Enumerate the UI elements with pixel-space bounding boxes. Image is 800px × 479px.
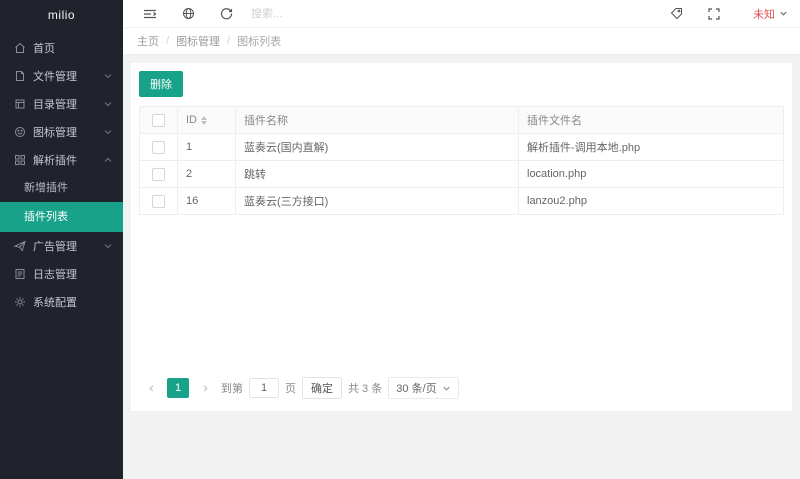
smiley-icon — [13, 126, 26, 139]
sidebar-item-label: 目录管理 — [33, 96, 103, 112]
ad-plane-icon — [13, 240, 26, 253]
plugin-list-card: 删除 ID 插件名称 插件文件名 — [131, 63, 792, 411]
sidebar: milio 首页 文件管理 目录管 — [0, 0, 123, 479]
sidebar-item-settings[interactable]: 系统配置 — [0, 288, 123, 316]
plugin-grid-icon — [13, 154, 26, 167]
sidebar-item-label: 文件管理 — [33, 68, 103, 84]
sidebar-item-home[interactable]: 首页 — [0, 34, 123, 62]
sidebar-subitem-add-plugin[interactable]: 新增插件 — [0, 174, 123, 202]
main-area: 未知 主页 / 图标管理 / 图标列表 删除 — [123, 0, 800, 479]
sidebar-item-ads[interactable]: 广告管理 — [0, 232, 123, 260]
sidebar-item-label: 日志管理 — [33, 266, 113, 282]
app-logo: milio — [0, 0, 123, 30]
page-number-current[interactable]: 1 — [167, 378, 189, 398]
topbar: 未知 — [123, 0, 800, 28]
chevron-down-icon — [442, 384, 451, 393]
sidebar-subitem-plugin-list[interactable]: 插件列表 — [0, 202, 123, 232]
tag-icon[interactable] — [663, 0, 689, 28]
cell-plugin-name: 蓝奏云(国内直解) — [236, 134, 519, 161]
cell-plugin-name: 跳转 — [236, 161, 519, 188]
total-count-label: 共 3 条 — [348, 380, 382, 396]
delete-button[interactable]: 删除 — [139, 71, 183, 97]
table-row: 2 跳转 location.php — [140, 161, 784, 188]
sidebar-item-icons[interactable]: 图标管理 — [0, 118, 123, 146]
chevron-down-icon — [779, 9, 788, 18]
sidebar-item-logs[interactable]: 日志管理 — [0, 260, 123, 288]
breadcrumb-section[interactable]: 图标管理 — [176, 33, 220, 49]
goto-prefix-label: 到第 — [221, 380, 243, 396]
row-checkbox[interactable] — [152, 168, 165, 181]
search-input[interactable] — [251, 8, 401, 20]
page-size-label: 30 条/页 — [396, 380, 436, 396]
user-name: 未知 — [753, 6, 775, 22]
cell-plugin-file: location.php — [519, 161, 784, 188]
chevron-down-icon — [103, 127, 113, 137]
cell-plugin-file: 解析插件-调用本地.php — [519, 134, 784, 161]
breadcrumb-home[interactable]: 主页 — [137, 33, 159, 49]
goto-suffix-label: 页 — [285, 380, 296, 396]
select-all-checkbox[interactable] — [152, 114, 165, 127]
sidebar-item-plugins[interactable]: 解析插件 — [0, 146, 123, 174]
sidebar-item-files[interactable]: 文件管理 — [0, 62, 123, 90]
collapse-menu-icon[interactable] — [137, 0, 163, 28]
content-area: 删除 ID 插件名称 插件文件名 — [123, 55, 800, 479]
cell-id: 16 — [178, 188, 236, 215]
sidebar-item-label: 系统配置 — [33, 294, 113, 310]
column-header-id: ID — [186, 114, 197, 126]
table-row: 1 蓝奏云(国内直解) 解析插件-调用本地.php — [140, 134, 784, 161]
cell-id: 2 — [178, 161, 236, 188]
next-page-button[interactable] — [195, 378, 215, 398]
file-icon — [13, 70, 26, 83]
user-dropdown[interactable]: 未知 — [753, 6, 788, 22]
plugins-submenu: 新增插件 插件列表 — [0, 174, 123, 232]
sidebar-item-label: 首页 — [33, 40, 113, 56]
cell-plugin-name: 蓝奏云(三方接口) — [236, 188, 519, 215]
globe-icon[interactable] — [175, 0, 201, 28]
column-header-name: 插件名称 — [236, 107, 519, 134]
chevron-right-icon — [201, 384, 210, 393]
chevron-left-icon — [147, 384, 156, 393]
breadcrumb: 主页 / 图标管理 / 图标列表 — [123, 28, 800, 55]
prev-page-button[interactable] — [141, 378, 161, 398]
sidebar-item-catalog[interactable]: 目录管理 — [0, 90, 123, 118]
chevron-up-icon — [103, 155, 113, 165]
confirm-page-button[interactable]: 确定 — [302, 377, 342, 399]
breadcrumb-current: 图标列表 — [237, 33, 281, 49]
breadcrumb-separator: / — [227, 35, 230, 47]
column-header-file: 插件文件名 — [519, 107, 784, 134]
sidebar-item-label: 解析插件 — [33, 152, 103, 168]
gear-icon — [13, 296, 26, 309]
plugin-table: ID 插件名称 插件文件名 1 蓝奏云(国内直解) — [139, 106, 784, 215]
breadcrumb-separator: / — [166, 35, 169, 47]
fullscreen-icon[interactable] — [701, 0, 727, 28]
chevron-down-icon — [103, 241, 113, 251]
sort-icon[interactable] — [201, 116, 207, 125]
page-size-select[interactable]: 30 条/页 — [388, 377, 458, 399]
home-icon — [13, 42, 26, 55]
sidebar-item-label: 图标管理 — [33, 124, 103, 140]
sidebar-item-label: 广告管理 — [33, 238, 103, 254]
chevron-down-icon — [103, 71, 113, 81]
refresh-icon[interactable] — [213, 0, 239, 28]
card-spacer — [139, 215, 784, 373]
row-checkbox[interactable] — [152, 195, 165, 208]
row-checkbox[interactable] — [152, 141, 165, 154]
pagination: 1 到第 页 确定 共 3 条 30 条/页 — [139, 373, 784, 405]
cell-id: 1 — [178, 134, 236, 161]
catalog-icon — [13, 98, 26, 111]
chevron-down-icon — [103, 99, 113, 109]
table-header-row: ID 插件名称 插件文件名 — [140, 107, 784, 134]
cell-plugin-file: lanzou2.php — [519, 188, 784, 215]
goto-page-input[interactable] — [249, 378, 279, 398]
app-root: milio 首页 文件管理 目录管 — [0, 0, 800, 479]
sidebar-nav: 首页 文件管理 目录管理 — [0, 34, 123, 316]
table-row: 16 蓝奏云(三方接口) lanzou2.php — [140, 188, 784, 215]
log-icon — [13, 268, 26, 281]
